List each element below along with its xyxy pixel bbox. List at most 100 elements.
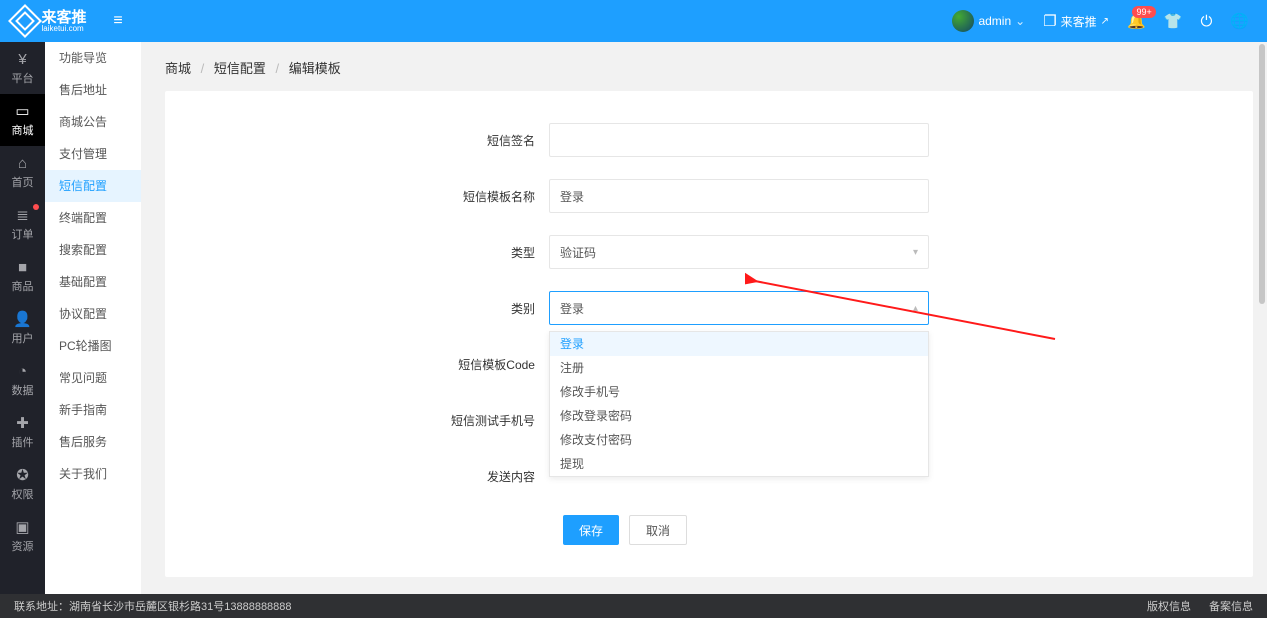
footer-record[interactable]: 备案信息 (1209, 598, 1253, 614)
nav-label: 插件 (12, 434, 34, 450)
chevron-down-icon: ⌄ (1015, 14, 1025, 28)
secondary-nav-item[interactable]: 搜索配置 (45, 234, 141, 266)
category-option[interactable]: 注册 (550, 356, 928, 380)
chevron-up-icon: ▴ (913, 303, 918, 314)
secondary-nav-item[interactable]: 支付管理 (45, 138, 141, 170)
form-row-sign: 短信签名 (389, 123, 1029, 157)
secondary-nav-item[interactable]: 协议配置 (45, 298, 141, 330)
external-icon: ↗ (1101, 16, 1109, 27)
nav-label: 数据 (12, 382, 34, 398)
dot-badge (33, 204, 39, 210)
nav-icon: 👤 (13, 310, 32, 328)
vertical-scrollbar[interactable] (1259, 44, 1265, 304)
lkt-link[interactable]: ❐ 来客推 ↗ (1043, 12, 1109, 30)
primary-nav-item[interactable]: ▭商城 (0, 94, 45, 146)
secondary-sidebar: 功能导览售后地址商城公告支付管理短信配置终端配置搜索配置基础配置协议配置PC轮播… (45, 42, 141, 594)
footer-contact: 联系地址：湖南省长沙市岳麓区银杉路31号13888888888 (14, 598, 292, 614)
nav-icon: ⌂ (18, 155, 27, 172)
label-test-phone: 短信测试手机号 (389, 412, 549, 429)
save-button[interactable]: 保存 (563, 515, 619, 545)
label-category: 类别 (389, 300, 549, 317)
category-value: 登录 (560, 300, 584, 317)
chevron-down-icon: ▾ (913, 247, 918, 258)
category-option[interactable]: 登录 (550, 332, 928, 356)
nav-label: 权限 (12, 486, 34, 502)
breadcrumb-sep: / (276, 61, 280, 76)
breadcrumb-item: 编辑模板 (289, 61, 341, 76)
form-row-category: 类别 登录 ▴ (389, 291, 1029, 325)
username: admin (978, 14, 1011, 28)
shirt-icon: 👕 (1164, 12, 1183, 30)
type-select[interactable]: 验证码 ▾ (549, 235, 929, 269)
secondary-nav-item[interactable]: 关于我们 (45, 458, 141, 490)
secondary-nav-item[interactable]: 常见问题 (45, 362, 141, 394)
primary-nav-item[interactable]: 👤用户 (0, 302, 45, 354)
brand-en: laiketui.com (41, 25, 86, 33)
breadcrumb-item[interactable]: 短信配置 (214, 61, 266, 76)
primary-nav-item[interactable]: ✚ 插件 (0, 406, 45, 458)
logo-icon (9, 4, 43, 38)
nav-icon: ▣ (15, 518, 29, 536)
nav-label: 商品 (12, 278, 34, 294)
nav-label: 首页 (12, 174, 34, 190)
notifications-button[interactable]: 🔔 99+ (1127, 12, 1146, 30)
theme-button[interactable]: 👕 (1164, 12, 1183, 30)
secondary-nav-item[interactable]: 基础配置 (45, 266, 141, 298)
secondary-nav-item[interactable]: 功能导览 (45, 42, 141, 74)
primary-nav-item[interactable]: ≣订单 (0, 198, 45, 250)
primary-nav-item[interactable]: ¥ 平台 (0, 42, 45, 94)
primary-nav-item[interactable]: ✪ 权限 (0, 458, 45, 510)
primary-nav-item[interactable]: ◔ 数据 (0, 354, 45, 406)
primary-nav-item[interactable]: ■ 商品 (0, 250, 45, 302)
sign-input[interactable] (549, 123, 929, 157)
tplname-input[interactable] (549, 179, 929, 213)
nav-label: 平台 (12, 70, 34, 86)
nav-label: 资源 (12, 538, 34, 554)
form-row-type: 类型 验证码 ▾ (389, 235, 1029, 269)
primary-nav-item[interactable]: ⌂ 首页 (0, 146, 45, 198)
secondary-nav-item[interactable]: 短信配置 (45, 170, 141, 202)
menu-toggle-icon[interactable]: ≡ (100, 12, 136, 30)
primary-sidebar: ¥ 平台 ▭商城 ⌂ 首页 ≣订单 ■ 商品 👤用户 ◔ 数据 ✚ 插件 ✪ 权限 ▣ 资源 (0, 42, 45, 594)
user-menu[interactable]: admin ⌄ (952, 10, 1025, 32)
category-dropdown[interactable]: 登录注册修改手机号修改登录密码修改支付密码提现 (549, 331, 929, 477)
brand-cn: 来客推 (41, 10, 86, 25)
secondary-nav-item[interactable]: 新手指南 (45, 394, 141, 426)
nav-icon: ◔ (18, 363, 27, 380)
category-option[interactable]: 修改登录密码 (550, 404, 928, 428)
label-code: 短信模板Code (389, 356, 549, 373)
nav-icon: ≣ (16, 206, 29, 224)
secondary-nav-item[interactable]: 售后地址 (45, 74, 141, 106)
notify-badge: 99+ (1132, 6, 1155, 18)
brand-logo[interactable]: 来客推 laiketui.com (0, 9, 100, 33)
label-send-content: 发送内容 (389, 468, 549, 485)
header-right: admin ⌄ ❐ 来客推 ↗ 🔔 99+ 👕 ⏻ 🌐 (952, 10, 1267, 32)
secondary-nav-item[interactable]: 商城公告 (45, 106, 141, 138)
nav-icon: ✪ (16, 466, 29, 484)
secondary-nav-item[interactable]: 终端配置 (45, 202, 141, 234)
window-icon: ❐ (1043, 12, 1056, 30)
form-row-tplname: 短信模板名称 (389, 179, 1029, 213)
footer-bar: 联系地址：湖南省长沙市岳麓区银杉路31号13888888888 版权信息 备案信… (0, 594, 1267, 618)
top-header: 来客推 laiketui.com ≡ admin ⌄ ❐ 来客推 ↗ 🔔 99+… (0, 0, 1267, 42)
primary-nav-item[interactable]: ▣ 资源 (0, 510, 45, 562)
cancel-button[interactable]: 取消 (629, 515, 687, 545)
label-tplname: 短信模板名称 (389, 188, 549, 205)
nav-icon: ✚ (16, 414, 29, 432)
globe-icon: 🌐 (1230, 12, 1249, 30)
button-row: 保存 取消 (563, 515, 1029, 545)
nav-icon: ■ (18, 259, 27, 276)
category-option[interactable]: 提现 (550, 452, 928, 476)
breadcrumb-item[interactable]: 商城 (165, 61, 191, 76)
footer-copyright[interactable]: 版权信息 (1147, 598, 1191, 614)
nav-icon: ¥ (18, 51, 26, 68)
category-option[interactable]: 修改支付密码 (550, 428, 928, 452)
secondary-nav-item[interactable]: 售后服务 (45, 426, 141, 458)
secondary-nav-item[interactable]: PC轮播图 (45, 330, 141, 362)
form-panel: 短信签名 短信模板名称 类型 验证码 ▾ (165, 91, 1253, 577)
lkt-label: 来客推 (1061, 13, 1097, 30)
category-option[interactable]: 修改手机号 (550, 380, 928, 404)
globe-button[interactable]: 🌐 (1230, 12, 1249, 30)
logout-button[interactable]: ⏻ (1200, 13, 1212, 30)
category-select[interactable]: 登录 ▴ (549, 291, 929, 325)
